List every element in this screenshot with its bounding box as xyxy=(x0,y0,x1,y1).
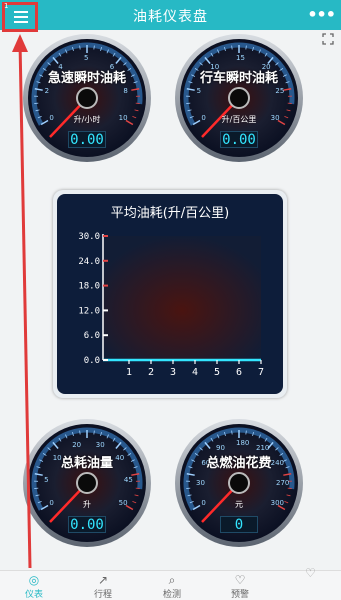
header-bar: 1 油耗仪表盘 ••• xyxy=(0,0,341,32)
gauge-tick-label: 30 xyxy=(196,479,205,487)
gauge-value: 0.00 xyxy=(68,131,106,148)
bottom-tab-bar: ◎ 仪表 ↗ 行程 ⌕ 检测 ♡ 预警 xyxy=(0,570,341,600)
gauge-value: 0 xyxy=(220,516,258,533)
gauge-tick-label: 30 xyxy=(95,440,105,449)
y-tick-label: 30.0 xyxy=(78,232,100,242)
tab-detect[interactable]: ⌕ 检测 xyxy=(147,573,197,600)
x-tick-label: 6 xyxy=(236,367,242,378)
gauge-tick-label: 5 xyxy=(84,54,89,62)
expand-icon[interactable] xyxy=(322,33,334,45)
chart-plot: 0.0 6.0 12.0 18.0 24.0 30.0 1 2 3 4 5 6 7 xyxy=(78,232,264,378)
gauge-value: 0.00 xyxy=(68,516,106,533)
gauge-unit: 升/小时 xyxy=(73,115,101,124)
gauge-tick-label: 45 xyxy=(123,476,133,484)
tab-trip[interactable]: ↗ 行程 xyxy=(78,573,128,600)
tab-dashboard[interactable]: ◎ 仪表 xyxy=(9,573,59,600)
bulb-icon[interactable]: ♡ xyxy=(305,566,316,580)
gauge-tick-label: 5 xyxy=(196,87,202,96)
x-tick-label: 4 xyxy=(192,367,198,378)
gauge-tick-label: 2 xyxy=(44,87,50,96)
gauge-hub xyxy=(228,472,250,494)
tab-warning[interactable]: ♡ 预警 xyxy=(215,573,265,600)
page-title: 油耗仪表盘 xyxy=(133,9,208,25)
gauge-hub xyxy=(76,87,98,109)
gauge-unit: 升/百公里 xyxy=(221,115,257,124)
gauge-unit: 升 xyxy=(83,500,91,509)
gauge-hub xyxy=(228,87,250,109)
gauge-tick-label: 180 xyxy=(236,439,250,447)
gauge-tick-label: 25 xyxy=(275,87,285,96)
gauge-tick-label: 5 xyxy=(44,476,49,484)
bulb-icon: ♡ xyxy=(234,573,246,587)
gauge-title: 急速瞬时油耗 xyxy=(47,71,126,86)
y-tick-label: 18.0 xyxy=(78,282,100,292)
tab-label: 预警 xyxy=(230,590,249,600)
gauge-total-fuel-used: 0 5 10 20 30 40 45 50 总耗油量升 0.00 xyxy=(22,418,152,548)
gauge-tick-label: 20 xyxy=(72,440,82,449)
tab-label: 仪表 xyxy=(24,590,43,600)
gauge-title: 行车瞬时油耗 xyxy=(199,71,278,86)
plot-area xyxy=(103,236,261,360)
search-icon: ⌕ xyxy=(168,573,176,587)
y-tick-label: 12.0 xyxy=(78,306,100,316)
y-tick-label: 6.0 xyxy=(84,331,100,341)
y-tick-label: 0.0 xyxy=(84,356,100,366)
x-tick-label: 2 xyxy=(148,367,154,378)
gauge-unit: 元 xyxy=(235,500,243,509)
gauge-hub xyxy=(76,472,98,494)
gauge-tick-label: 270 xyxy=(276,479,290,487)
x-tick-label: 7 xyxy=(258,367,264,378)
trend-icon: ↗ xyxy=(97,573,109,587)
gauge-tick-label: 15 xyxy=(236,54,245,62)
gauge-title: 总耗油量 xyxy=(60,456,113,471)
gauge-total-fuel-cost: 0 30 60 90 180 210 240 270 300 总燃油花费元 0 xyxy=(174,418,304,548)
more-button[interactable]: ••• xyxy=(307,5,336,24)
gauge-tick-label: 8 xyxy=(123,87,128,96)
gauge-value: 0.00 xyxy=(220,131,258,148)
gauge-driving-instant-consumption: 0 5 10 15 20 25 30 行车瞬时油耗 升/百公里 0.00 xyxy=(174,33,304,163)
y-tick-label: 24.0 xyxy=(78,257,100,267)
gauge-idle-instant-consumption: 0 2 4 5 6 8 10 急速瞬时油耗 升/小时 0.00 xyxy=(22,33,152,163)
gauge-title: 总燃油花费 xyxy=(206,456,272,471)
gauge-icon: ◎ xyxy=(28,573,40,587)
tab-label: 检测 xyxy=(162,590,181,600)
x-tick-label: 1 xyxy=(126,367,132,378)
tab-label: 行程 xyxy=(93,590,112,600)
x-tick-label: 3 xyxy=(170,367,176,378)
x-tick-label: 5 xyxy=(214,367,220,378)
average-consumption-chart: 平均油耗(升/百公里) 0.0 6.0 12.0 18.0 24.0 30.0 1 2 3 4 5 6… xyxy=(53,190,287,398)
